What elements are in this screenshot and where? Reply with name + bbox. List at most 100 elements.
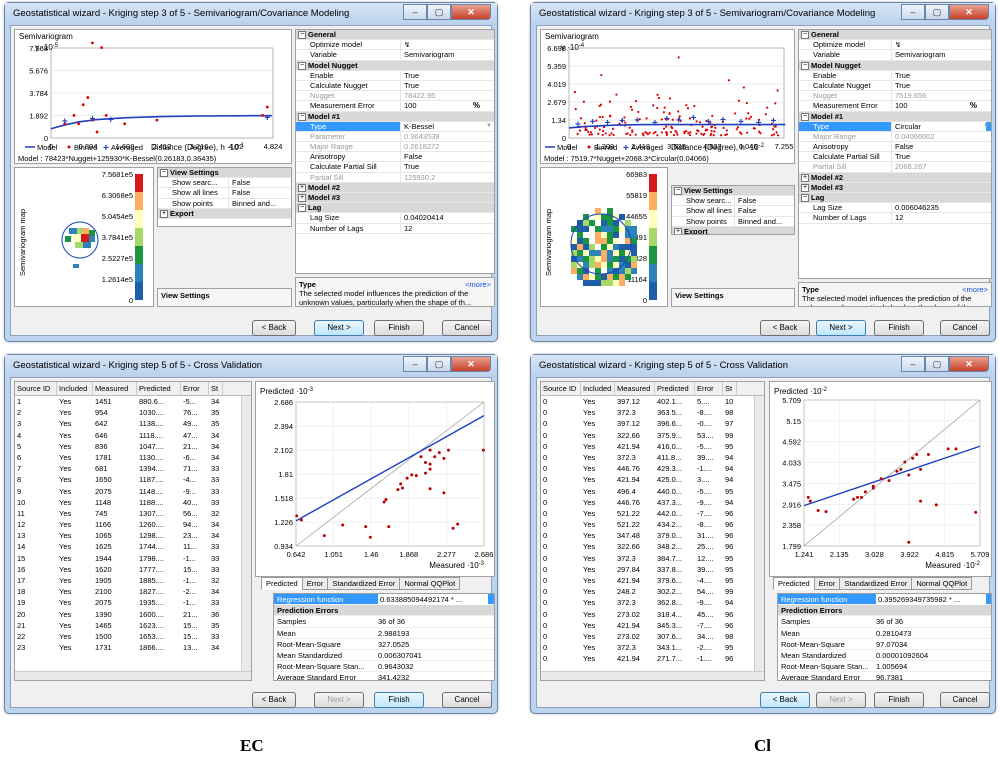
tab-predicted[interactable]: Predicted (261, 577, 303, 590)
table-row[interactable]: 0 Yes 521.22 442.0... -7.... 96 (541, 508, 764, 519)
table-row[interactable]: 4 Yes 646 1118.... 47... 34 (15, 430, 251, 441)
model1-section[interactable]: Model #1 (811, 112, 843, 121)
expand-icon[interactable]: + (801, 183, 809, 192)
collapse-icon[interactable]: − (298, 31, 306, 39)
variable-value[interactable]: Semivariogram (891, 50, 986, 60)
tab-error[interactable]: Error (813, 577, 841, 590)
cv-table[interactable]: Source ID Included Measured Predicted Er… (14, 381, 252, 681)
table-row[interactable]: 0 Yes 446.76 429.3... -1.... 94 (541, 463, 764, 474)
more-link[interactable]: <more> (962, 285, 988, 294)
table-row[interactable]: 10 Yes 1148 1188.... 40... 33 (15, 497, 251, 508)
back-button[interactable]: < Back (760, 320, 810, 336)
table-row[interactable]: 23 Yes 1731 1866.... 13... 34 (15, 642, 251, 653)
model2-section[interactable]: Model #2 (811, 173, 843, 182)
model3-section[interactable]: Model #3 (811, 183, 843, 192)
finish-button[interactable]: Finish (874, 320, 924, 336)
table-row[interactable]: 3 Yes 642 1138.... 49... 35 (15, 418, 251, 429)
vertical-scrollbar[interactable] (754, 396, 764, 671)
table-row[interactable]: 0 Yes 372.3 343.1... -2.... 95 (541, 642, 764, 653)
table-row[interactable]: 0 Yes 421.94 345.3... -7.... 96 (541, 620, 764, 631)
table-row[interactable]: 0 Yes 372.3 384.7... 12.... 95 (541, 553, 764, 564)
tab-normal-qqplot[interactable]: Normal QQPlot (399, 577, 461, 590)
cv-table[interactable]: Source ID Included Measured Predicted Er… (540, 381, 765, 681)
maximize-button[interactable]: ▢ (427, 356, 451, 372)
tab-error[interactable]: Error (301, 577, 329, 590)
lag-section[interactable]: Lag (308, 203, 321, 212)
back-button[interactable]: < Back (760, 692, 810, 708)
dropdown-arrow-icon[interactable]: ▼ (983, 123, 989, 129)
table-row[interactable]: 12 Yes 1166 1260.... 94... 34 (15, 519, 251, 530)
model1-section[interactable]: Model #1 (308, 112, 340, 121)
next-button[interactable]: Next > (314, 320, 364, 336)
table-row[interactable]: 0 Yes 421.94 425.0... 3.... 94 (541, 474, 764, 485)
back-button[interactable]: < Back (252, 692, 296, 708)
table-row[interactable]: 0 Yes 322.66 375.9... 53.... 99 (541, 430, 764, 441)
finish-button[interactable]: Finish (874, 692, 924, 708)
lag-size-value[interactable]: 0.006046235 (891, 203, 986, 213)
dropdown-arrow-icon[interactable]: ▼ (486, 123, 492, 129)
optimize-icon[interactable]: ↯ (891, 40, 986, 50)
col-source-id[interactable]: Source ID (541, 382, 581, 395)
table-row[interactable]: 0 Yes 372.3 411.8... 39.... 94 (541, 452, 764, 463)
collapse-icon[interactable]: − (674, 187, 682, 195)
table-row[interactable]: 20 Yes 1390 1600.... 21... 36 (15, 609, 251, 620)
horizontal-scrollbar[interactable] (15, 671, 251, 680)
maximize-button[interactable]: ▢ (427, 4, 451, 20)
anisotropy-value[interactable]: False (400, 152, 494, 162)
regression-value[interactable]: 0.395269349735982 * ... (876, 594, 986, 605)
minimize-button[interactable]: ‒ (403, 356, 427, 372)
minimize-button[interactable]: ‒ (901, 4, 925, 20)
show-points-value[interactable]: Binned and... (734, 216, 794, 226)
table-row[interactable]: 14 Yes 1625 1744.... 11... 33 (15, 541, 251, 552)
expand-icon[interactable]: + (160, 209, 168, 218)
collapse-icon[interactable]: − (801, 61, 809, 70)
close-button[interactable]: ✕ (949, 356, 989, 372)
type-dropdown[interactable]: K-Bessel (400, 121, 494, 131)
lag-size-value[interactable]: 0.04020414 (400, 213, 494, 223)
variable-value[interactable]: Semivariogram (400, 50, 494, 60)
tab-normal-qqplot[interactable]: Normal QQPlot (911, 577, 973, 590)
col-error[interactable]: Error (695, 382, 723, 395)
collapse-icon[interactable]: − (298, 204, 306, 213)
expand-icon[interactable]: + (674, 227, 682, 234)
show-search-value[interactable]: False (734, 196, 794, 206)
table-row[interactable]: 15 Yes 1944 1798.... -1... 33 (15, 553, 251, 564)
nugget-section[interactable]: Model Nugget (308, 61, 358, 70)
lag-section[interactable]: Lag (811, 193, 824, 202)
finish-button[interactable]: Finish (374, 320, 424, 336)
show-all-lines-value[interactable]: False (734, 206, 794, 216)
table-row[interactable]: 1 Yes 1451 880.6... -5... 34 (15, 396, 251, 407)
tab-predicted[interactable]: Predicted (773, 577, 815, 590)
collapse-icon[interactable]: − (801, 194, 809, 202)
collapse-icon[interactable]: − (801, 31, 809, 39)
show-search-value[interactable]: False (228, 178, 291, 188)
horizontal-scrollbar[interactable] (541, 671, 764, 680)
col-st[interactable]: St (209, 382, 223, 395)
more-link[interactable]: <more> (465, 280, 491, 289)
table-row[interactable]: 0 Yes 273.02 318.4... 45.... 96 (541, 609, 764, 620)
maximize-button[interactable]: ▢ (925, 356, 949, 372)
table-row[interactable]: 22 Yes 1500 1653.... 15... 33 (15, 631, 251, 642)
general-section[interactable]: General (811, 30, 839, 39)
anisotropy-value[interactable]: False (891, 142, 986, 152)
table-row[interactable]: 0 Yes 397.12 396.6... -0.... 97 (541, 418, 764, 429)
minimize-button[interactable]: ‒ (901, 356, 925, 372)
model3-section[interactable]: Model #3 (308, 193, 340, 202)
table-row[interactable]: 0 Yes 297.84 337.8... 39.... 95 (541, 564, 764, 575)
calc-nugget-value[interactable]: True (891, 80, 986, 91)
calc-sill-value[interactable]: True (891, 152, 986, 162)
col-included[interactable]: Included (581, 382, 615, 395)
general-section[interactable]: General (308, 30, 336, 39)
table-row[interactable]: 0 Yes 248.2 302.2... 54.... 99 (541, 586, 764, 597)
nugget-section[interactable]: Model Nugget (811, 61, 861, 70)
model2-section[interactable]: Model #2 (308, 183, 340, 192)
collapse-icon[interactable]: − (298, 112, 306, 121)
next-button[interactable]: Next > (816, 320, 866, 336)
table-row[interactable]: 0 Yes 496.4 440.0... -5.... 95 (541, 486, 764, 497)
type-dropdown[interactable]: Circular (891, 121, 986, 131)
show-all-lines-value[interactable]: False (228, 188, 291, 198)
table-row[interactable]: 11 Yes 745 1307.... 56... 32 (15, 508, 251, 519)
collapse-icon[interactable]: − (298, 61, 306, 70)
table-row[interactable]: 0 Yes 273.02 307.6... 34.... 98 (541, 631, 764, 642)
calc-nugget-value[interactable]: True (400, 80, 494, 91)
